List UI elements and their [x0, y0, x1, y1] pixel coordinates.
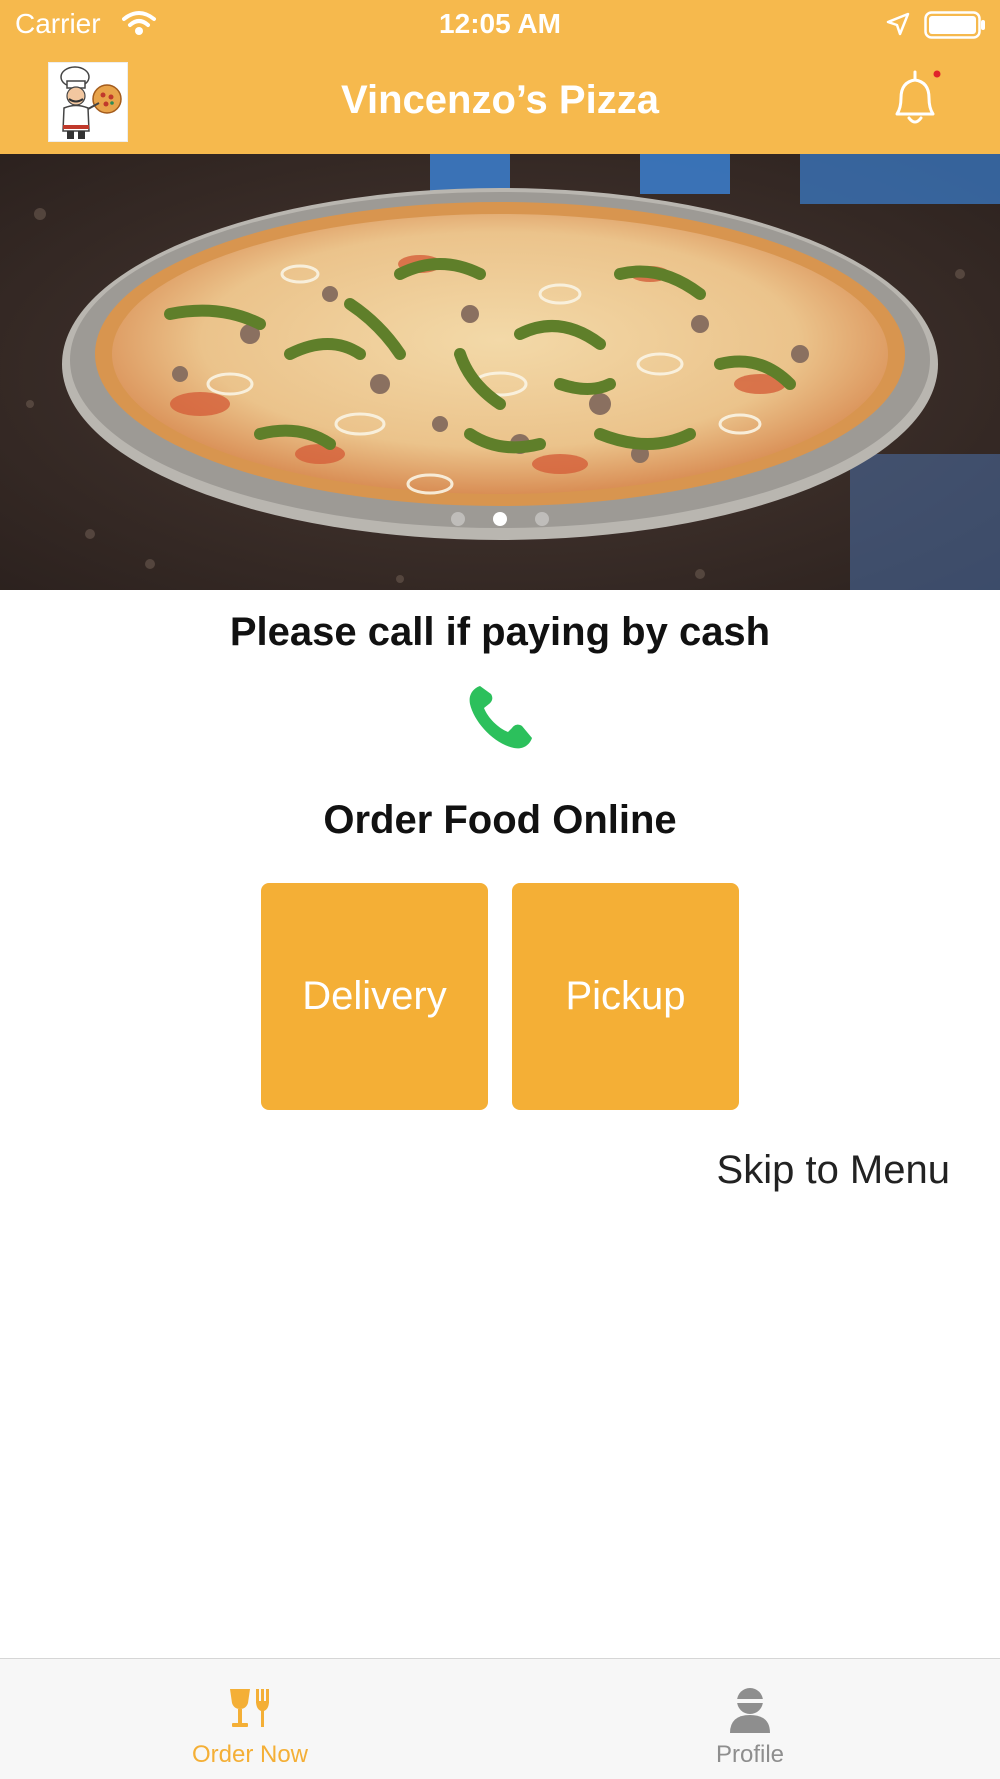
tab-profile[interactable]: Profile [500, 1659, 1000, 1779]
top-bar: Carrier 12:05 AM Vincenzo’s Pizza [0, 0, 1000, 154]
order-now-icon [220, 1685, 280, 1735]
skip-to-menu-link[interactable]: Skip to Menu [717, 1148, 950, 1193]
order-food-online-heading: Order Food Online [323, 798, 677, 842]
tab-profile-label: Profile [715, 1741, 785, 1768]
cash-payment-note: Please call if paying by cash [229, 610, 771, 654]
status-time: 12:05 AM [439, 8, 561, 39]
carousel-dot[interactable] [450, 512, 465, 526]
bell-icon[interactable] [885, 68, 945, 132]
notification-dot [933, 70, 941, 78]
app-title: Vincenzo’s Pizza [341, 78, 659, 122]
tab-bar: Order Now Profile [0, 1658, 1000, 1779]
profile-icon [720, 1685, 780, 1735]
carousel-dot[interactable] [535, 512, 550, 526]
carousel-dot-active[interactable] [493, 512, 507, 526]
tab-order-now[interactable]: Order Now [0, 1659, 500, 1779]
pickup-button[interactable]: Pickup [512, 883, 739, 1110]
carousel-page-indicator[interactable] [0, 512, 1000, 532]
battery-icon [924, 11, 986, 44]
location-arrow-icon [886, 12, 910, 41]
phone-icon[interactable] [462, 680, 538, 756]
nav-bar: Vincenzo’s Pizza [0, 50, 1000, 154]
tab-order-now-label: Order Now [191, 1741, 309, 1768]
delivery-button[interactable]: Delivery [261, 883, 488, 1110]
status-bar: Carrier 12:05 AM [0, 0, 1000, 50]
